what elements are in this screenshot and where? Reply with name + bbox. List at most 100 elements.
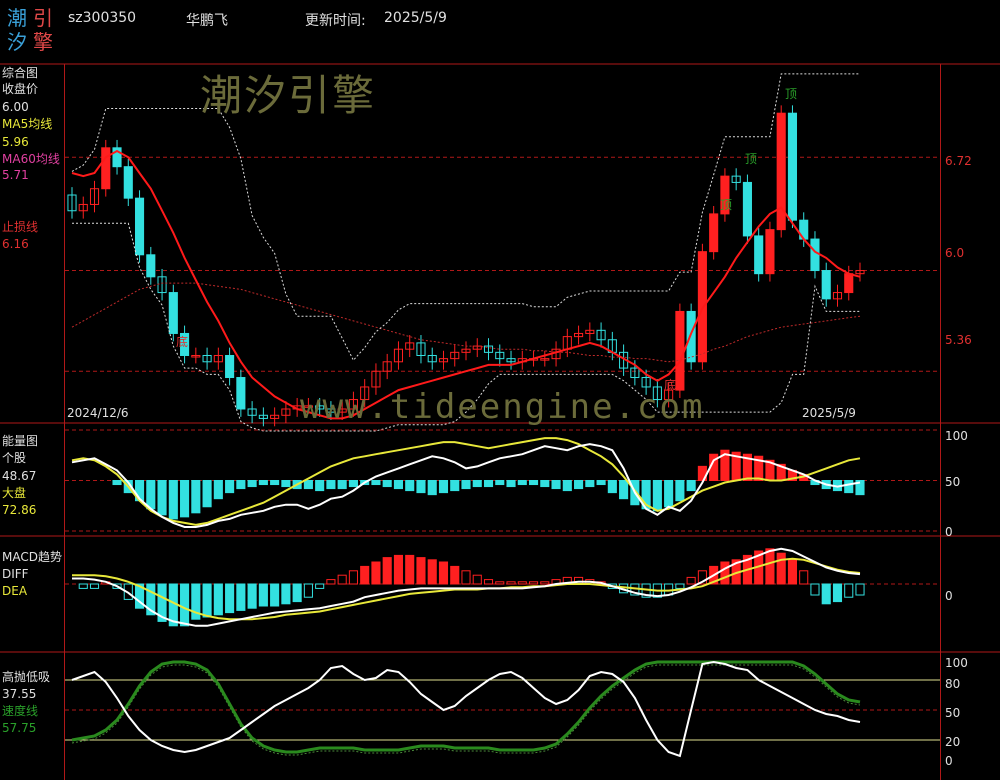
candle-body — [675, 310, 685, 391]
macd-bar — [686, 576, 696, 585]
energy-bar — [461, 480, 471, 490]
macd-bar — [821, 583, 831, 605]
candle-body — [709, 213, 719, 253]
ma5-value: 5.96 — [2, 135, 29, 149]
ma60-value: 5.71 — [2, 168, 29, 182]
candle-body — [225, 354, 235, 379]
energy-bar — [585, 480, 595, 488]
energy-bar — [686, 480, 696, 492]
candle-body — [765, 229, 775, 275]
price-tick-high: 6.72 — [945, 154, 972, 168]
macd-bar — [427, 559, 437, 585]
energy-bar — [337, 480, 347, 490]
energy-bar — [405, 480, 415, 492]
macd-bar — [517, 581, 527, 585]
macd-diff-label: DIFF — [2, 567, 29, 581]
absorb-tick-100: 100 — [945, 656, 968, 670]
date-end: 2025/5/9 — [802, 406, 856, 420]
energy-bar — [281, 480, 291, 488]
macd-bar — [326, 579, 336, 585]
macd-bar — [303, 583, 313, 598]
candle-body — [168, 292, 178, 334]
macd-bar — [416, 557, 426, 585]
macd-bar — [810, 583, 820, 596]
energy-bar — [596, 480, 606, 486]
macd-bar — [270, 583, 280, 607]
macd-bar — [371, 561, 381, 585]
macd-bar — [540, 581, 550, 585]
energy-bar — [225, 480, 235, 494]
macd-bar — [720, 561, 730, 585]
absorb-tick-0: 0 — [945, 754, 953, 768]
energy-plot — [65, 429, 940, 532]
energy-bar — [664, 480, 674, 508]
energy-tick-100: 100 — [945, 429, 968, 443]
energy-bar — [483, 480, 494, 488]
main-price-plot — [65, 73, 940, 432]
macd-bar — [78, 583, 88, 589]
macd-tick-0: 0 — [945, 589, 953, 603]
macd-dea-label: DEA — [2, 584, 28, 598]
main-panel-title: 综合图 — [2, 66, 39, 80]
absorb-plot — [65, 660, 940, 758]
energy-bar — [213, 480, 223, 500]
macd-bar — [832, 583, 843, 603]
candle-body — [821, 270, 831, 300]
stop-loss-value: 6.16 — [2, 237, 29, 251]
energy-bar — [258, 480, 268, 486]
price-tick-low: 5.36 — [945, 333, 972, 347]
macd-plot — [65, 547, 940, 627]
energy-bar — [574, 480, 584, 490]
top-mark-1: 顶 — [785, 87, 798, 101]
energy-bar — [146, 480, 156, 510]
macd-bar — [180, 583, 190, 627]
energy-bar — [270, 480, 280, 486]
candle-body — [123, 166, 133, 199]
energy-bar — [607, 480, 617, 494]
macd-bar — [765, 548, 775, 585]
macd-bar — [337, 574, 347, 585]
macd-bar — [393, 554, 404, 585]
energy-bar — [619, 480, 629, 500]
energy-bar — [112, 480, 122, 486]
macd-bar — [405, 554, 415, 585]
energy-bar — [303, 480, 313, 490]
bottom-mark-1: 底 — [176, 335, 189, 349]
energy-bar — [348, 480, 358, 488]
energy-bar — [472, 480, 482, 488]
close-value: 6.00 — [2, 100, 29, 114]
macd-bar — [461, 570, 471, 585]
macd-bar — [382, 557, 392, 585]
candle-body — [787, 112, 798, 221]
energy-bar — [427, 480, 437, 496]
candle-body — [134, 197, 145, 256]
energy-bar — [551, 480, 561, 490]
macd-bar — [247, 583, 257, 609]
energy-bar — [180, 480, 190, 518]
bottom-mark-2: 底 — [664, 378, 677, 392]
macd-bar — [799, 570, 809, 585]
macd-bar — [225, 583, 235, 614]
energy-bar — [247, 480, 257, 488]
top-mark-3: 顶 — [720, 198, 733, 212]
candle-body — [236, 377, 246, 410]
candle-body — [686, 310, 696, 363]
energy-bar — [540, 480, 550, 488]
ma5-label: MA5均线 — [2, 117, 53, 131]
energy-bar — [495, 480, 505, 486]
energy-bar — [315, 480, 325, 492]
energy-stock-label: 个股 — [2, 451, 27, 465]
macd-bar — [472, 574, 482, 585]
candle-body — [810, 238, 820, 272]
top-mark-2: 顶 — [745, 152, 758, 166]
energy-tick-0: 0 — [945, 525, 953, 539]
absorb-panel-title: 高抛低吸 — [2, 670, 51, 684]
close-label: 收盘价 — [2, 82, 39, 96]
energy-bar — [517, 480, 527, 486]
energy-bar — [438, 480, 449, 494]
energy-stock-value: 48.67 — [2, 469, 37, 483]
candle-body — [101, 147, 111, 190]
energy-panel-title: 能量图 — [2, 434, 39, 448]
resistance-line — [71, 73, 860, 362]
macd-bar — [236, 583, 246, 611]
